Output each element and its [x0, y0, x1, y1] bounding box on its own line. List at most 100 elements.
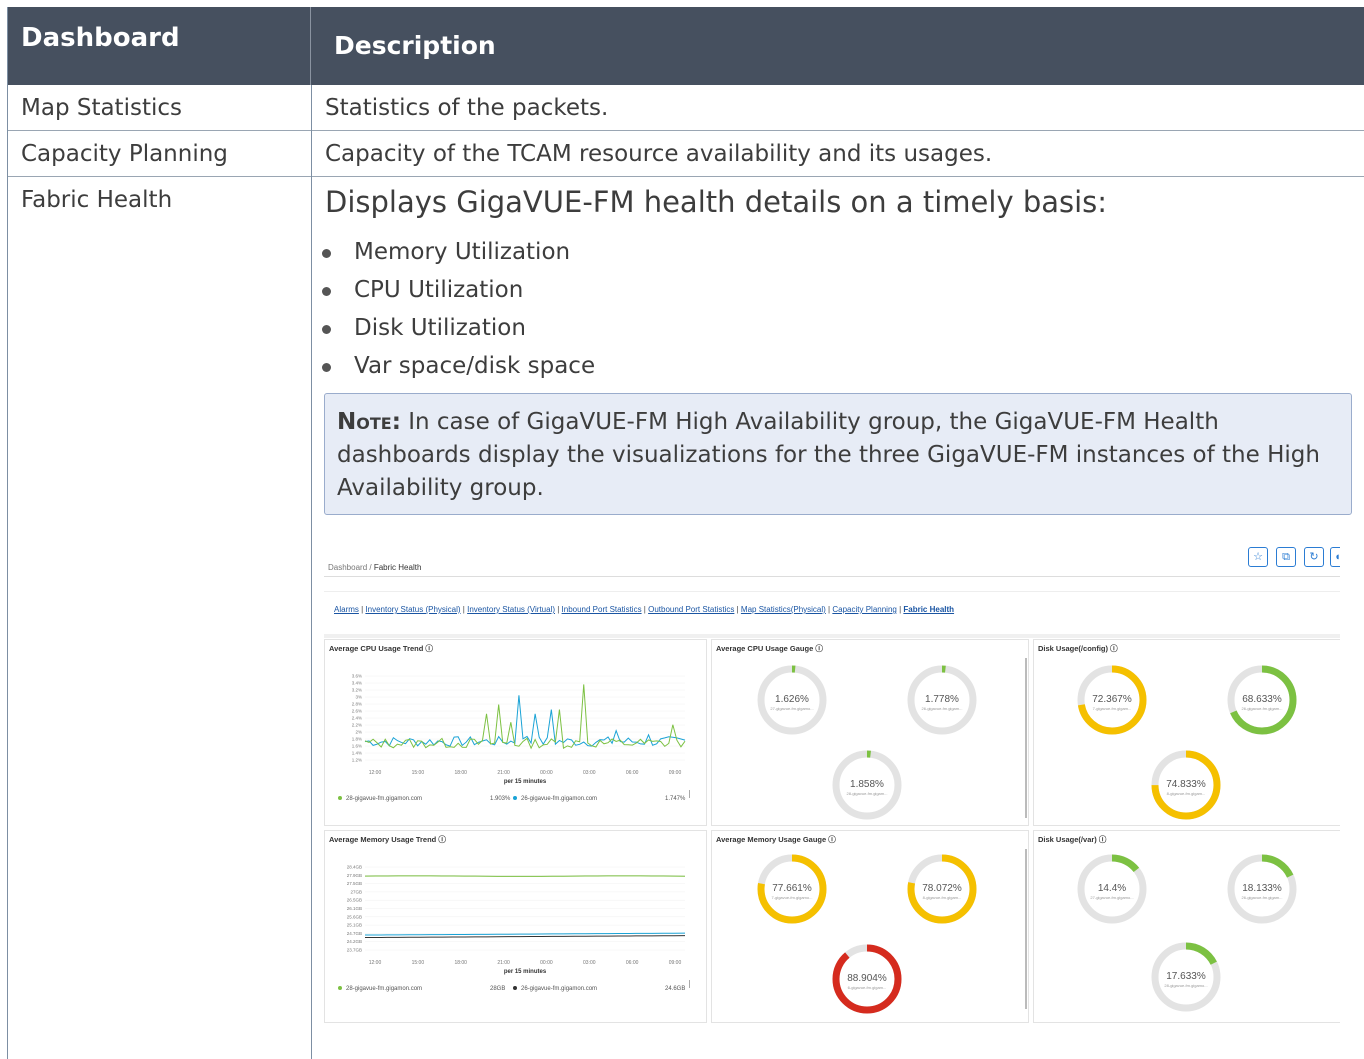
y-tick: 27.9GB [347, 873, 362, 878]
x-tick: 18:00 [454, 770, 467, 776]
gauge-label: 7-gigavue-fm.gigamo... [772, 895, 813, 900]
link-inventory-physical[interactable]: Inventory Status (Physical) [365, 605, 460, 614]
y-tick: 28.4GB [347, 865, 362, 870]
row-name: Capacity Planning [21, 141, 228, 167]
legend-value: 24.6GB [665, 986, 685, 992]
x-tick: 06:00 [626, 960, 639, 966]
x-tick: 03:00 [583, 770, 596, 776]
x-tick: 09:00 [669, 770, 682, 776]
gauge-label: 8-gigavue-fm.gigam... [1167, 791, 1206, 796]
x-tick: 00:00 [540, 960, 553, 966]
dashboard-links: Alarms | Inventory Status (Physical) | I… [334, 605, 955, 614]
y-tick: 24.7GB [347, 931, 362, 936]
series-line [364, 935, 686, 939]
header-description: Description [334, 31, 496, 60]
copy-icon[interactable]: ⧉ [1276, 547, 1296, 567]
row-name: Map Statistics [21, 95, 182, 121]
note-box: Note: In case of GigaVUE-FM High Availab… [324, 393, 1352, 515]
x-tick: 03:00 [583, 960, 596, 966]
x-tick: 06:00 [626, 770, 639, 776]
x-tick: 21:00 [497, 960, 510, 966]
mem-gauge-panel: Average Memory Usage Gauge ⓘ 77.661% 7-gi… [711, 830, 1029, 1023]
list-item: CPU Utilization [322, 277, 523, 303]
gauge-value: 17.633% [1166, 971, 1206, 982]
fabric-health-screenshot: Dashboard / Fabric Health ☆ ⧉ ↻ ◖ Alarms… [324, 543, 1340, 1023]
gauge-value: 88.904% [847, 973, 887, 984]
link-map-statistics[interactable]: Map Statistics(Physical) [741, 605, 826, 614]
note-text: In case of GigaVUE-FM High Availability … [337, 409, 1320, 501]
x-tick: 18:00 [454, 960, 467, 966]
scrollbar [1025, 658, 1027, 818]
scrollbar [689, 790, 690, 798]
gauge-value: 1.858% [850, 779, 884, 790]
table-header: Dashboard Description [7, 7, 1364, 85]
x-tick: 21:00 [497, 770, 510, 776]
row-desc: Statistics of the packets. [325, 95, 609, 121]
y-tick: 3.4% [352, 681, 362, 686]
link-inventory-virtual[interactable]: Inventory Status (Virtual) [467, 605, 555, 614]
x-axis-label: per 15 minutes [504, 969, 547, 975]
link-fabric-health[interactable]: Fabric Health [903, 605, 954, 614]
y-tick: 2% [355, 730, 362, 735]
gauge-label: 8-gigavue-fm.gigam... [923, 895, 962, 900]
gauge-value: 74.833% [1166, 779, 1206, 790]
series-line [364, 695, 686, 747]
y-tick: 2.8% [352, 702, 362, 707]
gauge-label: 28-gigavue-fm.gigamo... [1164, 983, 1207, 988]
y-tick: 25.1GB [347, 923, 362, 928]
note-label: Note: [337, 409, 401, 435]
mem-trend-panel: Average Memory Usage Trend ⓘ 28.4GB 27.9G… [324, 830, 707, 1023]
gauge-label: 7-gigavue-fm.gigam... [1093, 706, 1132, 711]
x-tick: 12:00 [369, 770, 382, 776]
gauge-label: 26-gigavue-fm.gigam... [1242, 706, 1283, 711]
table-row [7, 85, 1364, 131]
cpu-trend-panel: Average CPU Usage Trend ⓘ 3.6% 3.4% 3.2% 3%… [324, 639, 707, 826]
link-capacity-planning[interactable]: Capacity Planning [832, 605, 896, 614]
y-tick: 27GB [350, 889, 362, 894]
y-tick: 26.1GB [347, 906, 362, 911]
legend-value: 1.903% [490, 796, 511, 802]
breadcrumb: Dashboard / Fabric Health [328, 563, 422, 572]
star-icon[interactable]: ☆ [1248, 547, 1268, 567]
list-item: Disk Utilization [322, 315, 526, 341]
gauge-value: 14.4% [1098, 883, 1126, 894]
link-inbound[interactable]: Inbound Port Statistics [562, 605, 642, 614]
y-tick: 26.5GB [347, 898, 362, 903]
x-tick: 09:00 [669, 960, 682, 966]
legend-value: 1.747% [665, 796, 686, 802]
y-tick: 1.4% [352, 751, 362, 756]
scrollbar [689, 980, 690, 988]
y-tick: 2.6% [352, 709, 362, 714]
y-tick: 3.6% [352, 674, 362, 679]
gauge-value: 78.072% [922, 883, 962, 894]
list-item: Memory Utilization [322, 239, 570, 265]
gauge-value: 68.633% [1242, 694, 1282, 705]
gauge-value: 1.626% [775, 694, 809, 705]
gauge-label: 27-gigavue-fm.gigamo... [770, 706, 813, 711]
link-outbound[interactable]: Outbound Port Statistics [648, 605, 734, 614]
series-line [364, 684, 686, 750]
row-desc: Capacity of the TCAM resource availabili… [325, 141, 993, 167]
legend-name: 26-gigavue-fm.gigamon.com [521, 796, 597, 802]
y-tick: 3% [355, 695, 362, 700]
legend-dot [513, 986, 517, 990]
disk-config-panel: Disk Usage(/config) ⓘ 72.367% 7-gigavue-f… [1033, 639, 1340, 826]
gauge-value: 77.661% [772, 883, 812, 894]
gauge-value: 72.367% [1092, 694, 1132, 705]
legend-dot [338, 986, 342, 990]
legend-dot [513, 796, 517, 800]
row-desc: Displays GigaVUE-FM health details on a … [325, 185, 1108, 219]
cpu-gauge-panel: Average CPU Usage Gauge ⓘ 1.626% 27-gigav… [711, 639, 1029, 826]
more-icon[interactable]: ◖ [1330, 547, 1340, 567]
legend-name: 28-gigavue-fm.gigamon.com [346, 796, 422, 802]
gauge-label: 27-gigavue-fm.gigamo... [1090, 895, 1133, 900]
y-tick: 23.7GB [347, 948, 362, 953]
legend-name: 28-gigavue-fm.gigamon.com [346, 986, 422, 992]
gauge-label: 26-gigavue-fm.gigam... [1242, 895, 1283, 900]
gauge-value: 1.778% [925, 694, 959, 705]
link-alarms[interactable]: Alarms [334, 605, 359, 614]
y-tick: 1.8% [352, 737, 362, 742]
refresh-icon[interactable]: ↻ [1304, 547, 1324, 567]
y-tick: 2.4% [352, 716, 362, 721]
scrollbar [1025, 849, 1027, 1009]
